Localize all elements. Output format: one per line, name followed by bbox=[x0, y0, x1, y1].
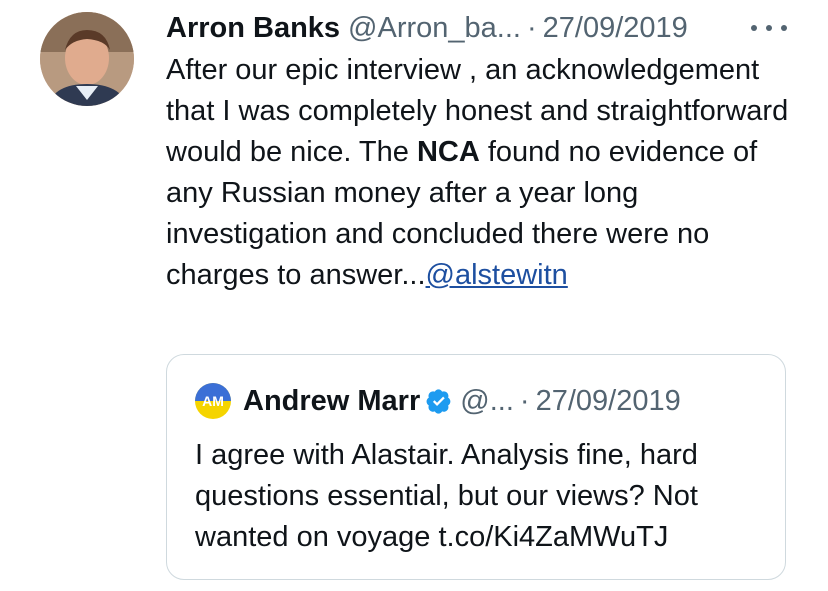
quoted-author-handle[interactable]: @... bbox=[460, 385, 514, 418]
tweet-text-bold: NCA bbox=[416, 136, 480, 168]
author-avatar[interactable] bbox=[40, 12, 134, 106]
quoted-header-separator: · bbox=[519, 384, 530, 417]
quoted-author-avatar[interactable]: AM bbox=[195, 383, 231, 419]
quoted-author-name[interactable]: Andrew Marr bbox=[243, 385, 420, 418]
tweet-content: Arron Banks @Arron_ba... · 27/09/2019 Af… bbox=[166, 10, 806, 296]
author-handle[interactable]: @Arron_ba... bbox=[348, 12, 521, 45]
tweet-date[interactable]: 27/09/2019 bbox=[543, 12, 688, 45]
tweet[interactable]: Arron Banks @Arron_ba... · 27/09/2019 Af… bbox=[0, 0, 828, 591]
tweet-text: After our epic interview , an acknowledg… bbox=[166, 50, 806, 296]
tweet-header: Arron Banks @Arron_ba... · 27/09/2019 bbox=[166, 10, 806, 46]
quoted-tweet-text: I agree with Alastair. Analysis fine, ha… bbox=[195, 439, 698, 553]
verified-badge-icon bbox=[426, 388, 452, 414]
header-separator: · bbox=[526, 11, 537, 44]
quoted-avatar-initials: AM bbox=[202, 393, 224, 409]
quoted-tweet-header: AM Andrew Marr @... · 27/09/2019 bbox=[195, 383, 681, 419]
mention-link[interactable]: @alstewitn bbox=[426, 259, 568, 291]
author-name[interactable]: Arron Banks bbox=[166, 12, 340, 45]
more-dots-icon[interactable] bbox=[751, 18, 787, 38]
quoted-tweet[interactable]: AM Andrew Marr @... · 27/09/2019 I agree… bbox=[166, 354, 786, 580]
quoted-tweet-date[interactable]: 27/09/2019 bbox=[536, 385, 681, 418]
